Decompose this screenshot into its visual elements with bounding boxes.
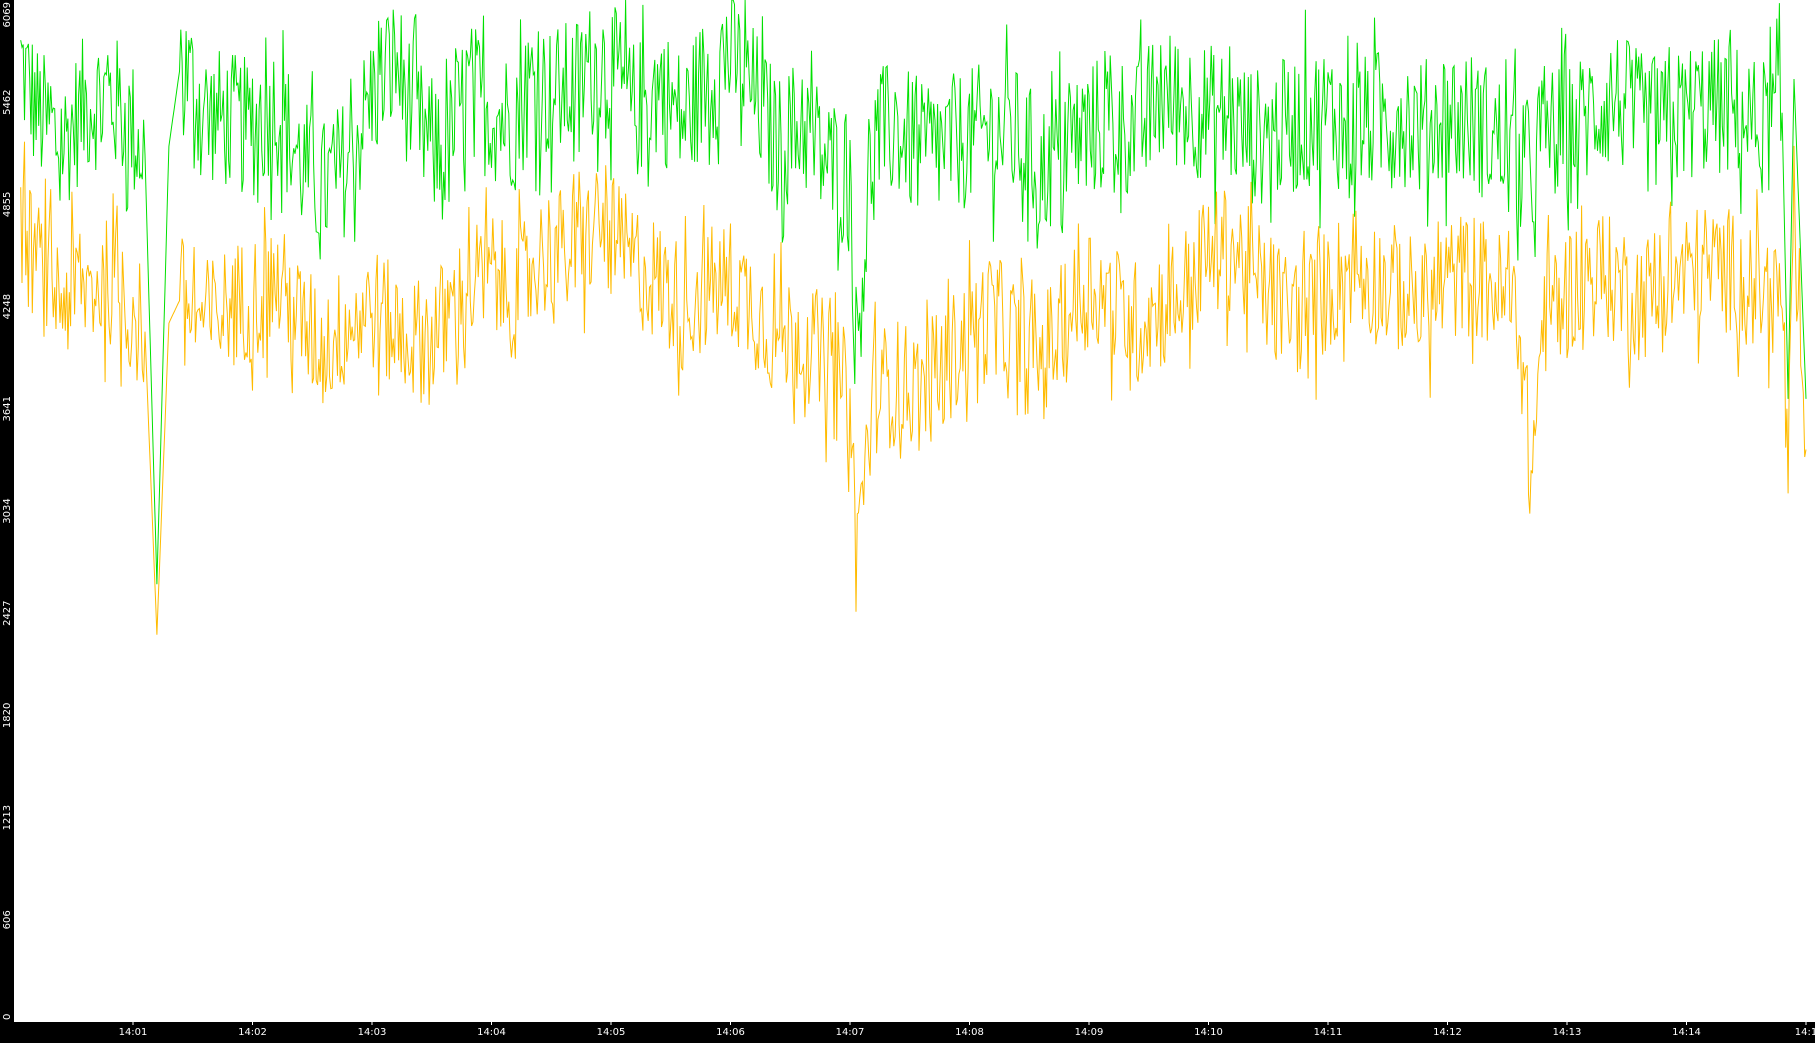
y-tick-label: 3034 (2, 498, 13, 523)
y-tick-label: 1820 (2, 703, 13, 728)
x-tick-label: 14:13 (1553, 1027, 1582, 1038)
x-tick-label: 14:05 (597, 1027, 626, 1038)
line-chart: 0 606 1213 1820 2427 3034 3641 4248 4855 5462 6069… (2, 0, 1815, 1038)
y-tick-label: 606 (2, 910, 13, 929)
x-tick-label: 14:04 (477, 1027, 506, 1038)
y-tick-label: 6069 (2, 2, 13, 27)
x-tick-label: 14:01 (119, 1027, 148, 1038)
x-axis: 14:01 14:02 14:03 14:04 14:05 14:06 14:07 14:08… (119, 1022, 1815, 1038)
y-tick-label: 5462 (2, 89, 13, 114)
y-tick-label: 1213 (2, 805, 13, 830)
y-tick-label: 4248 (2, 294, 13, 319)
x-tick-label: 14:09 (1075, 1027, 1104, 1038)
x-tick-label: 14:02 (238, 1027, 267, 1038)
x-tick-label: 14:12 (1433, 1027, 1462, 1038)
x-tick-label: 14:08 (955, 1027, 984, 1038)
x-tick-label: 14:11 (1314, 1027, 1343, 1038)
x-tick-label: 14:06 (716, 1027, 745, 1038)
plot-area (14, 0, 1815, 1022)
y-tick-label: 0 (2, 1014, 13, 1020)
chart-root: 0 606 1213 1820 2427 3034 3641 4248 4855 5462 6069… (0, 0, 1815, 1039)
y-axis: 0 606 1213 1820 2427 3034 3641 4248 4855 5462 6069 (2, 2, 13, 1020)
x-tick-label: 14:07 (836, 1027, 865, 1038)
x-tick-label: 14:03 (358, 1027, 387, 1038)
x-tick-label: 14:10 (1194, 1027, 1223, 1038)
y-tick-label: 2427 (2, 600, 13, 625)
x-tick-label: 14:1 (1795, 1027, 1815, 1038)
x-tick-label: 14:14 (1672, 1027, 1701, 1038)
y-tick-label: 4855 (2, 192, 13, 217)
y-tick-label: 3641 (2, 396, 13, 421)
